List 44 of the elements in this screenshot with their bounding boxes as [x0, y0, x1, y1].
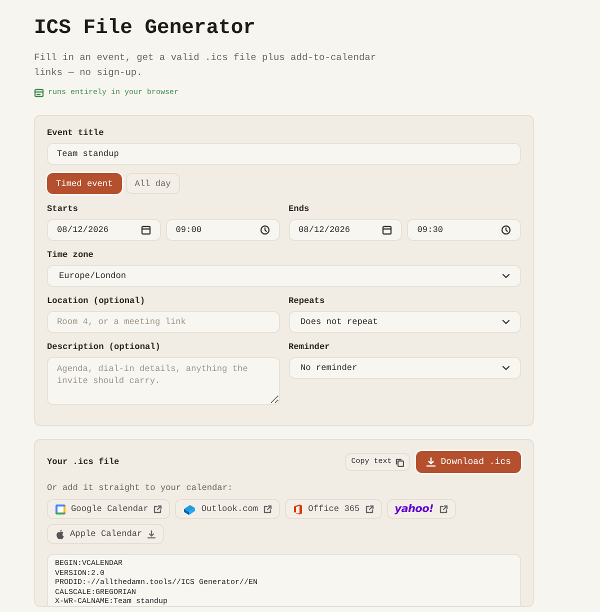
- mode-tab[interactable]: All day: [126, 173, 180, 194]
- cube-icon: [183, 504, 196, 514]
- date-input[interactable]: 08/12/2026: [288, 219, 402, 241]
- field-label: Description (optional): [47, 341, 162, 353]
- chevron-down-icon: [501, 363, 511, 373]
- field-label: Reminder: [288, 341, 331, 353]
- chevron-down-icon: [501, 271, 511, 281]
- download-button[interactable]: Download .ics: [416, 451, 521, 473]
- time-input[interactable]: 09:00: [166, 219, 280, 241]
- apple-icon: [55, 528, 65, 540]
- field-label: Time zone: [47, 249, 94, 261]
- field-label: Starts: [47, 203, 79, 215]
- text-area[interactable]: Agenda, dial-in details, anything the invite should carry.: [47, 357, 280, 405]
- mode-tab[interactable]: Timed event: [47, 173, 122, 194]
- calendar-link[interactable]: Google Calendar: [47, 499, 170, 519]
- helper-text: Or add it straight to your calendar:: [47, 483, 234, 493]
- calendar-link[interactable]: yahoo!: [386, 499, 456, 519]
- calendar-link[interactable]: Outlook.com: [175, 499, 280, 519]
- field-label: Ends: [288, 203, 310, 215]
- page-subtitle: Fill in an event, get a valid .ics file plus add-to-calendar links — no sign-up.: [34, 51, 378, 80]
- time-input[interactable]: 09:30: [407, 219, 521, 241]
- calendar-icon: [140, 225, 151, 235]
- calendar-link[interactable]: Apple Calendar: [47, 524, 164, 544]
- clock-icon: [260, 225, 270, 235]
- field-label: Event title: [47, 127, 105, 139]
- copy-icon: [394, 458, 404, 466]
- browser-window-icon: [34, 88, 44, 98]
- section-title: Your .ics file: [47, 457, 120, 467]
- field-label: Repeats: [288, 295, 326, 307]
- dropdown[interactable]: Does not repeat: [288, 311, 521, 333]
- text-input[interactable]: Room 4, or a meeting link: [47, 311, 280, 333]
- page-title: ICS File Generator: [34, 16, 256, 42]
- calendar-icon: [55, 504, 66, 514]
- date-input[interactable]: 08/12/2026: [47, 219, 161, 241]
- calendar-link[interactable]: Office 365: [285, 499, 382, 519]
- dropdown[interactable]: No reminder: [288, 357, 521, 379]
- dropdown[interactable]: Europe/London: [47, 265, 521, 287]
- text-input[interactable]: Team standup: [47, 143, 521, 165]
- office-icon: [293, 504, 304, 514]
- download-icon: [426, 457, 436, 467]
- calendar-icon: [382, 225, 392, 235]
- clock-icon: [501, 225, 511, 235]
- field-label: Location (optional): [47, 295, 146, 307]
- chevron-down-icon: [501, 317, 511, 327]
